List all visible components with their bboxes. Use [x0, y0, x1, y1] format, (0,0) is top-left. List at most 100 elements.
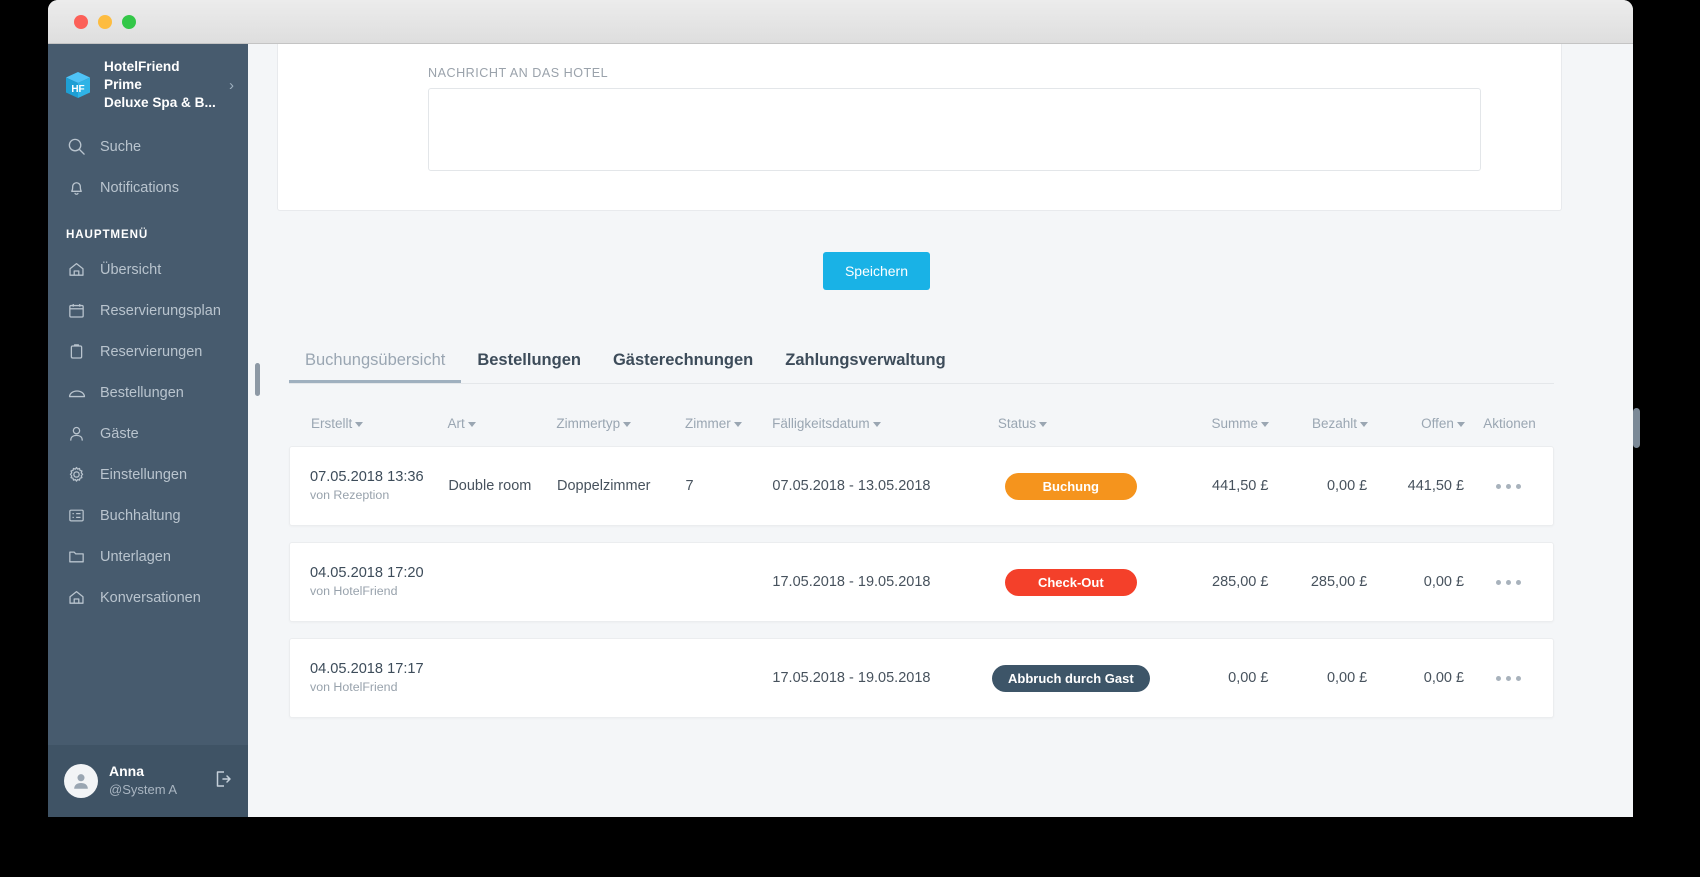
cell-offen: 0,00 £	[1423, 574, 1465, 590]
window-resize-handle[interactable]	[1633, 408, 1640, 448]
cell-erstellt: 04.05.2018 17:17 von HotelFriend	[290, 660, 448, 696]
close-window-button[interactable]	[74, 15, 88, 29]
column-label: Offen	[1421, 415, 1454, 431]
save-button[interactable]: Speichern	[823, 252, 930, 290]
sidebar-item-notifications[interactable]: Notifications	[48, 167, 248, 208]
sidebar-item-bestellungen[interactable]: Bestellungen	[48, 372, 248, 413]
room-service-icon	[66, 382, 87, 403]
sidebar-item-uebersicht[interactable]: Übersicht	[48, 249, 248, 290]
avatar-icon	[64, 764, 98, 798]
table-row[interactable]: 04.05.2018 17:17 von HotelFriend 17.05.2…	[289, 638, 1554, 718]
sidebar-item-gaeste[interactable]: Gäste	[48, 413, 248, 454]
sidebar-item-label: Reservierungen	[100, 343, 203, 360]
home-icon	[66, 259, 87, 280]
cell-bezahlt: 0,00 £	[1326, 670, 1368, 686]
sidebar-item-buchhaltung[interactable]: Buchhaltung	[48, 495, 248, 536]
sidebar-item-einstellungen[interactable]: Einstellungen	[48, 454, 248, 495]
column-header-faelligkeitsdatum[interactable]: Fälligkeitsdatum	[772, 416, 980, 431]
tab-buchungsuebersicht[interactable]: Buchungsübersicht	[289, 351, 461, 383]
chevron-down-icon	[1039, 421, 1048, 427]
table-header-row: Erstellt Art Zimmertyp Zimmer Fälligkeit…	[289, 400, 1554, 446]
column-label: Art	[447, 415, 465, 431]
more-actions-icon[interactable]	[1496, 483, 1522, 489]
more-actions-icon[interactable]	[1496, 579, 1522, 585]
cell-summe: 0,00 £	[1228, 670, 1269, 686]
maximize-window-button[interactable]	[122, 15, 136, 29]
status-badge: Abbruch durch Gast	[991, 664, 1150, 692]
user-profile-names: Anna @System A	[109, 763, 201, 799]
sidebar-item-label: Konversationen	[100, 589, 201, 606]
column-header-zimmer[interactable]: Zimmer	[685, 416, 772, 431]
created-by: von Rezeption	[310, 488, 390, 502]
column-label: Fälligkeitsdatum	[772, 415, 870, 431]
gear-icon	[66, 464, 87, 485]
column-header-zimmertyp[interactable]: Zimmertyp	[556, 416, 685, 431]
chevron-right-icon[interactable]: ›	[229, 77, 238, 94]
bookings-table: Erstellt Art Zimmertyp Zimmer Fälligkeit…	[289, 400, 1554, 734]
sidebar-item-reservierungsplan[interactable]: Reservierungsplan	[48, 290, 248, 331]
table-row[interactable]: 04.05.2018 17:20 von HotelFriend 17.05.2…	[289, 542, 1554, 622]
hotelfriend-logo-icon: HF	[62, 69, 94, 101]
column-header-erstellt[interactable]: Erstellt	[289, 416, 448, 431]
tab-zahlungsverwaltung[interactable]: Zahlungsverwaltung	[769, 351, 961, 383]
created-date: 07.05.2018 13:36	[310, 469, 424, 485]
sidebar-item-suche[interactable]: Suche	[48, 126, 248, 167]
cell-offen: 441,50 £	[1407, 478, 1465, 494]
sidebar-resize-handle[interactable]	[255, 363, 260, 396]
column-header-art[interactable]: Art	[448, 416, 557, 431]
sidebar-section-title: HAUPTMENÜ	[66, 228, 149, 241]
sidebar-item-label: Gäste	[100, 425, 139, 442]
created-date: 04.05.2018 17:20	[310, 565, 424, 581]
sidebar-item-reservierungen[interactable]: Reservierungen	[48, 331, 248, 372]
column-header-offen[interactable]: Offen	[1368, 416, 1465, 431]
sidebar-item-label: Einstellungen	[100, 466, 188, 483]
user-profile[interactable]: Anna @System A	[48, 745, 248, 817]
status-badge: Check-Out	[1004, 568, 1137, 596]
column-header-status[interactable]: Status	[980, 416, 1162, 431]
bell-icon	[66, 177, 87, 198]
table-row[interactable]: 07.05.2018 13:36 von Rezeption Double ro…	[289, 446, 1554, 526]
column-label: Erstellt	[311, 415, 353, 431]
search-icon	[66, 136, 87, 157]
cell-status: Buchung	[980, 472, 1162, 500]
sidebar-item-konversationen[interactable]: Konversationen	[48, 577, 248, 618]
message-label: NACHRICHT AN DAS HOTEL	[428, 66, 609, 80]
column-header-summe[interactable]: Summe	[1162, 416, 1270, 431]
cell-aktionen	[1464, 675, 1553, 681]
sidebar-item-label: Unterlagen	[100, 548, 171, 565]
column-header-aktionen: Aktionen	[1465, 416, 1554, 431]
minimize-window-button[interactable]	[98, 15, 112, 29]
logout-icon[interactable]	[212, 768, 234, 794]
window-titlebar	[48, 0, 1633, 44]
sidebar-item-unterlagen[interactable]: Unterlagen	[48, 536, 248, 577]
cell-summe: 441,50 £	[1212, 478, 1269, 494]
cell-faelligkeitsdatum: 07.05.2018 - 13.05.2018	[772, 478, 931, 494]
sidebar-item-label: Übersicht	[100, 261, 162, 278]
created-by: von HotelFriend	[310, 680, 398, 694]
chevron-down-icon	[872, 421, 881, 427]
message-input[interactable]	[428, 88, 1481, 171]
cell-offen: 0,00 £	[1423, 670, 1465, 686]
more-actions-icon[interactable]	[1496, 675, 1522, 681]
cell-bezahlt: 0,00 £	[1326, 478, 1368, 494]
sidebar-item-label: Reservierungsplan	[100, 302, 221, 319]
brand-hotel-selector[interactable]: HF HotelFriend Prime Deluxe Spa & B... ›	[48, 44, 248, 126]
column-header-bezahlt[interactable]: Bezahlt	[1269, 416, 1368, 431]
brand-name: HotelFriend Prime Deluxe Spa & B...	[104, 58, 219, 112]
chevron-down-icon	[467, 421, 476, 427]
tab-bestellungen[interactable]: Bestellungen	[461, 351, 597, 383]
chevron-down-icon	[1359, 421, 1368, 427]
created-date: 04.05.2018 17:17	[310, 661, 424, 677]
tab-gaesterechnungen[interactable]: Gästerechnungen	[597, 351, 769, 383]
status-badge: Buchung	[1004, 472, 1137, 500]
sidebar-item-label: Buchhaltung	[100, 507, 181, 524]
column-label: Status	[997, 415, 1037, 431]
sidebar-item-label: Bestellungen	[100, 384, 184, 401]
calendar-icon	[66, 300, 87, 321]
brand-line-1: HotelFriend Prime	[104, 59, 180, 92]
chevron-down-icon	[1261, 421, 1270, 427]
main-content: NACHRICHT AN DAS HOTEL Speichern Buchung…	[248, 44, 1633, 817]
chevron-down-icon	[1456, 421, 1465, 427]
cell-summe: 285,00 £	[1212, 574, 1269, 590]
column-label: Aktionen	[1483, 415, 1536, 431]
